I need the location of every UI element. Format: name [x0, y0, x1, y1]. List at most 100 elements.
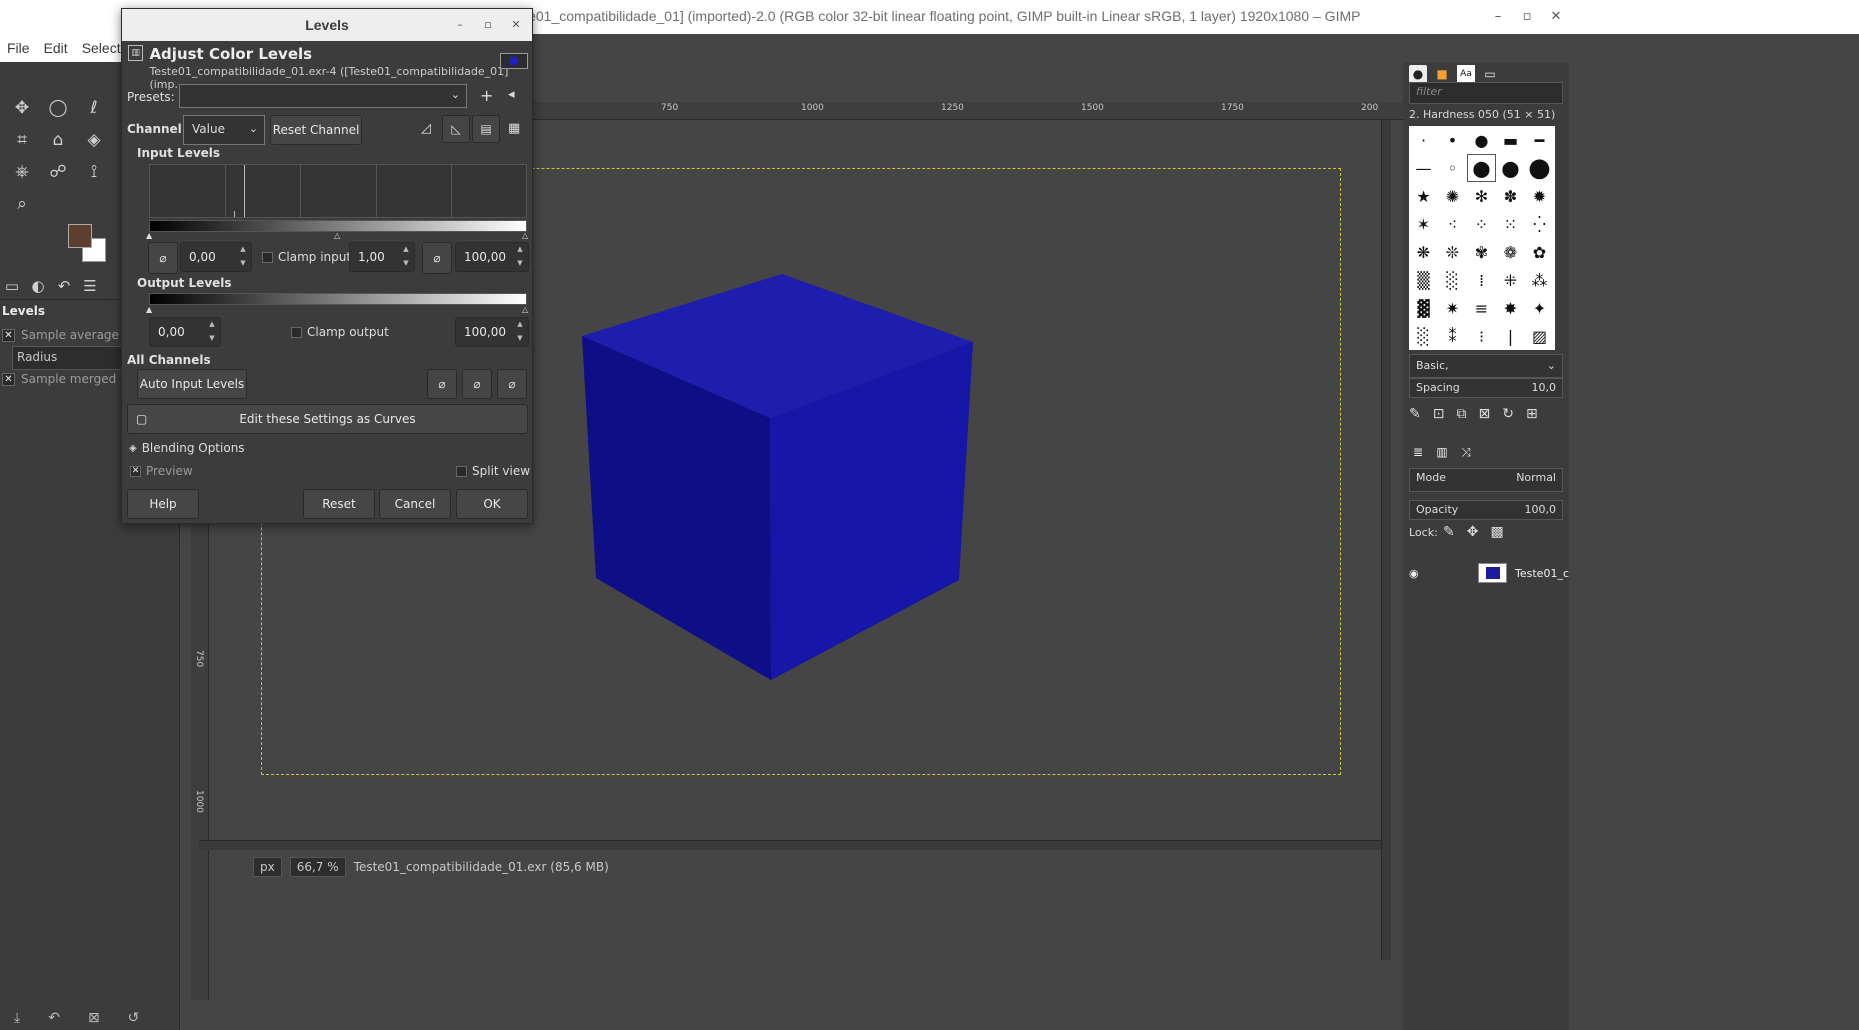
- save-preset-icon[interactable]: ⤓: [14, 1010, 20, 1026]
- layers-tab-icon[interactable]: ≣: [1409, 443, 1427, 461]
- warp-icon[interactable]: ⌂: [40, 124, 76, 156]
- add-preset-icon[interactable]: +: [480, 86, 493, 105]
- pick-gray-point-icon[interactable]: ⌀: [422, 242, 452, 274]
- opacity-spinner[interactable]: Opacity 100,0: [1409, 500, 1563, 520]
- brush-item[interactable]: ✷: [1438, 294, 1467, 322]
- spin-down-icon[interactable]: ▼: [237, 259, 249, 267]
- brush-item[interactable]: ⁜: [1496, 266, 1525, 294]
- brush-item[interactable]: ✦: [1525, 294, 1554, 322]
- input-high-handle[interactable]: △: [522, 231, 528, 240]
- ellipse-select-icon[interactable]: ◯: [40, 92, 76, 124]
- sample-merged-checkbox[interactable]: ✕: [2, 372, 15, 386]
- brush-item[interactable]: ░: [1438, 266, 1467, 294]
- channel-combo[interactable]: Value ⌄: [183, 115, 265, 145]
- vertical-scrollbar[interactable]: [1381, 120, 1391, 960]
- reset-button[interactable]: Reset: [303, 489, 375, 519]
- ok-button[interactable]: OK: [456, 489, 528, 519]
- preview-box[interactable]: ✕: [130, 465, 141, 477]
- brush-item[interactable]: ▬: [1496, 126, 1525, 154]
- brush-item[interactable]: ━: [1525, 126, 1554, 154]
- reset-icon[interactable]: ↺: [128, 1010, 140, 1026]
- delete-brush-icon[interactable]: ⊠: [1478, 406, 1490, 422]
- mode-select[interactable]: Mode Normal: [1409, 468, 1563, 492]
- brush-item[interactable]: ≡: [1467, 294, 1496, 322]
- split-view-checkbox[interactable]: Split view: [456, 464, 530, 478]
- dialog-close-icon[interactable]: ✕: [506, 15, 526, 35]
- brush-item[interactable]: •: [1438, 126, 1467, 154]
- brush-item[interactable]: ✹: [1525, 182, 1554, 210]
- brush-item[interactable]: ❁: [1496, 238, 1525, 266]
- brush-item[interactable]: ❘: [1496, 322, 1525, 350]
- brush-item[interactable]: —: [1409, 154, 1438, 182]
- brush-item[interactable]: ◦: [1438, 154, 1467, 182]
- brushes-tab-icon[interactable]: ●: [1409, 65, 1427, 83]
- clone-icon[interactable]: ⎈: [4, 156, 40, 188]
- fonts-tab-icon[interactable]: Aa: [1457, 65, 1475, 83]
- sample-merged-row[interactable]: ✕ Sample merged: [2, 372, 116, 386]
- brush-item[interactable]: ✸: [1496, 294, 1525, 322]
- brush-item[interactable]: ▓: [1409, 294, 1438, 322]
- brush-item[interactable]: ⁘: [1467, 210, 1496, 238]
- blending-options-expander[interactable]: ◈ Blending Options: [129, 441, 245, 455]
- zoom-select[interactable]: 66,7 %: [289, 857, 346, 877]
- clamp-output-box[interactable]: [291, 326, 302, 338]
- spin-up-icon[interactable]: ▲: [206, 320, 218, 328]
- input-low-spinner[interactable]: 0,00 ▲ ▼: [180, 242, 252, 272]
- refresh-brush-icon[interactable]: ↻: [1502, 406, 1514, 422]
- brush-item[interactable]: ✻: [1467, 182, 1496, 210]
- brush-item[interactable]: ⁂: [1525, 266, 1554, 294]
- output-low-spinner[interactable]: 0,00 ▲ ▼: [149, 317, 221, 347]
- pick-gray-all-icon[interactable]: ⌀: [462, 369, 492, 399]
- foreground-color[interactable]: [68, 224, 92, 248]
- lasso-icon[interactable]: ℓ: [76, 92, 112, 124]
- auto-input-levels-button[interactable]: Auto Input Levels: [137, 369, 247, 399]
- brush-set-select[interactable]: Basic, ⌄: [1409, 354, 1563, 378]
- close-button[interactable]: ✕: [1546, 7, 1566, 27]
- menu-file[interactable]: File: [0, 40, 37, 56]
- split-view-box[interactable]: [456, 465, 467, 477]
- delete-icon[interactable]: ⊠: [88, 1010, 100, 1026]
- brush-item[interactable]: ▨: [1525, 322, 1554, 350]
- lock-alpha-icon[interactable]: ▩: [1490, 524, 1503, 540]
- brush-item[interactable]: ⁛: [1525, 210, 1554, 238]
- spin-down-icon[interactable]: ▼: [514, 259, 526, 267]
- linear-histogram-icon[interactable]: ◿: [421, 121, 431, 136]
- smudge-icon[interactable]: ☍: [40, 156, 76, 188]
- gamma-spinner[interactable]: 1,00 ▲ ▼: [349, 242, 415, 272]
- spin-down-icon[interactable]: ▼: [206, 334, 218, 342]
- fg-bg-colors[interactable]: [66, 222, 124, 274]
- spin-up-icon[interactable]: ▲: [237, 245, 249, 253]
- output-high-handle[interactable]: △: [522, 305, 528, 314]
- paths-tab-icon[interactable]: ⤨: [1457, 443, 1475, 461]
- dialog-minimize-icon[interactable]: –: [450, 15, 470, 35]
- spacing-spinner[interactable]: Spacing 10,0: [1409, 378, 1563, 398]
- images-tab-icon[interactable]: ☰: [80, 277, 100, 295]
- brush-item[interactable]: ✽: [1496, 182, 1525, 210]
- pick-white-all-icon[interactable]: ⌀: [497, 369, 527, 399]
- eye-icon[interactable]: ◉: [1409, 567, 1419, 580]
- restore-icon[interactable]: ↶: [48, 1010, 60, 1026]
- clamp-input-box[interactable]: [262, 251, 273, 263]
- spin-up-icon[interactable]: ▲: [514, 320, 526, 328]
- brush-item[interactable]: ⁑: [1438, 322, 1467, 350]
- menu-select[interactable]: Select: [75, 40, 128, 56]
- brush-item[interactable]: ✶: [1409, 210, 1438, 238]
- clamp-output-checkbox[interactable]: Clamp output: [291, 325, 389, 339]
- output-high-spinner[interactable]: 100,00 ▲ ▼: [455, 317, 529, 347]
- brush-filter-input[interactable]: filter: [1409, 82, 1563, 104]
- minimize-button[interactable]: –: [1488, 7, 1508, 27]
- presets-combo[interactable]: ⌄: [179, 84, 467, 108]
- brush-item[interactable]: ░: [1409, 322, 1438, 350]
- edit-as-curves-button[interactable]: ▢ Edit these Settings as Curves: [127, 404, 528, 434]
- log-histogram-icon[interactable]: ◺: [442, 115, 470, 143]
- brush-grid[interactable]: · • ● ▬ ━ — ◦ ⬤ ⬤ ● ★ ✺ ✻ ✽ ✹ ✶ ⁖ ⁘ ⁙ ⁛ …: [1409, 126, 1555, 350]
- layer-name[interactable]: Teste01_c: [1515, 567, 1569, 580]
- help-button[interactable]: Help: [127, 489, 199, 519]
- edit-brush-icon[interactable]: ✎: [1409, 406, 1421, 422]
- tool-options-tab-icon[interactable]: ▭: [2, 277, 22, 295]
- brush-item[interactable]: ●: [1467, 126, 1496, 154]
- reset-channel-button[interactable]: Reset Channel: [270, 115, 362, 145]
- duplicate-brush-icon[interactable]: ⧉: [1456, 406, 1466, 422]
- pick-black-point-icon[interactable]: ⌀: [148, 242, 178, 274]
- brush-item[interactable]: ★: [1409, 182, 1438, 210]
